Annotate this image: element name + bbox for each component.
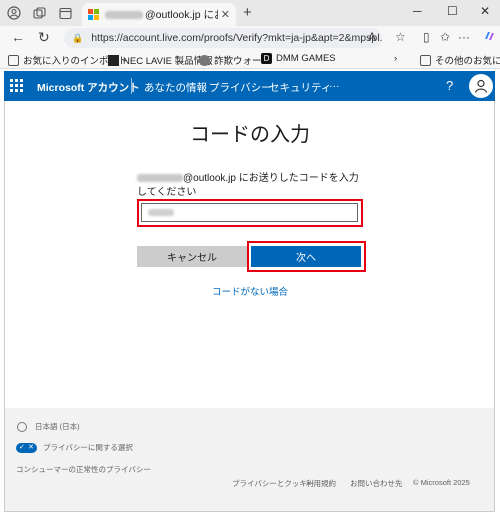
ms-account-nav: Microsoft アカウント あなたの情報 プライバシー セキュリティ ···…	[4, 71, 495, 101]
app-launcher-icon[interactable]	[10, 79, 23, 92]
profile-icon[interactable]	[6, 5, 22, 21]
footer: 日本語 (日本) ✓ ✕ プライバシーに関する選択 コンシューマーの正常性のプライ…	[5, 408, 494, 511]
workspaces-icon[interactable]	[31, 5, 47, 21]
back-icon[interactable]: ←	[11, 29, 25, 45]
shield-icon	[199, 54, 210, 66]
split-screen-icon[interactable]: ▯	[423, 30, 430, 44]
bookmark-dmm[interactable]: D DMM GAMES	[261, 53, 336, 64]
more-menu-icon[interactable]: ···	[458, 30, 470, 44]
address-bar[interactable]: 🔒 https://account.live.com/proofs/Verify…	[64, 28, 382, 48]
privacy-cookies-link[interactable]: プライバシーとクッキー	[232, 478, 314, 489]
globe-icon	[17, 421, 27, 432]
page-title: コードの入力	[190, 122, 310, 146]
user-icon	[474, 79, 488, 93]
privacy-choices-label: プライバシーに関する選択	[43, 443, 133, 452]
refresh-icon[interactable]: ↻	[38, 29, 50, 46]
language-selector[interactable]: 日本語 (日本)	[17, 421, 80, 432]
bookmarks-overflow-icon[interactable]: ›	[394, 53, 397, 64]
other-favorites[interactable]: その他のお気に入り	[420, 53, 500, 67]
page-border	[4, 511, 495, 512]
window-close-icon[interactable]: ✕	[480, 4, 490, 18]
folder-icon	[420, 54, 431, 66]
bookmark-nec[interactable]: NEC LAVIE 製品情報	[108, 53, 213, 67]
privacy-choices[interactable]: ✓ ✕ プライバシーに関する選択	[16, 442, 133, 453]
nav-more[interactable]: ···	[329, 80, 340, 92]
privacy-toggle-icon: ✓ ✕	[16, 442, 37, 453]
copyright: © Microsoft 2025	[413, 478, 470, 487]
nec-icon	[108, 54, 119, 66]
new-tab-icon[interactable]: +	[243, 4, 252, 21]
favorite-star-icon[interactable]: ☆	[395, 30, 406, 44]
page-border	[494, 101, 495, 511]
lock-icon: 🔒	[72, 32, 84, 43]
redacted-email	[105, 10, 143, 19]
nav-divider	[131, 78, 132, 94]
address-bar-row: ← ↻ 🔒 https://account.live.com/proofs/Ve…	[0, 26, 500, 50]
redacted-email	[137, 174, 183, 183]
instruction-text: @outlook.jp にお送りしたコードを入力してください	[137, 172, 365, 200]
terms-link[interactable]: 利用規約	[306, 478, 336, 489]
dmm-icon: D	[261, 53, 272, 64]
maximize-icon[interactable]: ☐	[447, 4, 458, 18]
browser-titlebar: @outlook.jp にお送りしたコ ✕ + ─ ☐ ✕	[0, 0, 500, 26]
vertical-tabs-icon[interactable]	[57, 5, 73, 21]
bookmark-label: DMM GAMES	[276, 53, 336, 64]
close-tab-icon[interactable]: ✕	[221, 8, 230, 21]
cancel-button[interactable]: キャンセル	[137, 246, 247, 267]
nav-security[interactable]: セキュリティ	[269, 80, 331, 95]
next-button[interactable]: 次へ	[251, 246, 361, 267]
consumer-privacy-link[interactable]: コンシューマーの正常性のプライバシー	[16, 464, 151, 475]
tab-title: @outlook.jp にお送りしたコ	[145, 9, 218, 21]
help-icon[interactable]: ?	[446, 78, 453, 93]
no-code-link[interactable]: コードがない場合	[0, 284, 500, 298]
address-url: https://account.live.com/proofs/Verify?m…	[91, 32, 382, 44]
language-label: 日本語 (日本)	[35, 422, 80, 431]
read-aloud-icon[interactable]: A	[368, 30, 376, 44]
import-icon	[8, 54, 19, 66]
other-favorites-label: その他のお気に入り	[435, 56, 500, 67]
nav-your-info[interactable]: あなたの情報	[144, 80, 207, 95]
microsoft-logo-icon	[88, 9, 99, 20]
nav-privacy[interactable]: プライバシー	[209, 80, 272, 95]
bookmarks-bar: お気に入りのインポート NEC LAVIE 製品情報 詐欺ウォール D DMM …	[0, 50, 500, 69]
active-tab[interactable]: @outlook.jp にお送りしたコ ✕	[82, 3, 236, 26]
code-input[interactable]	[141, 203, 358, 222]
avatar[interactable]	[469, 74, 493, 98]
contact-link[interactable]: お問い合わせ先	[350, 478, 403, 489]
favorites-icon[interactable]: ✩	[440, 30, 450, 44]
minimize-icon[interactable]: ─	[413, 4, 422, 18]
redacted-code	[148, 209, 174, 216]
ms-account-brand[interactable]: Microsoft アカウント	[37, 80, 140, 95]
copilot-icon[interactable]	[483, 30, 495, 45]
